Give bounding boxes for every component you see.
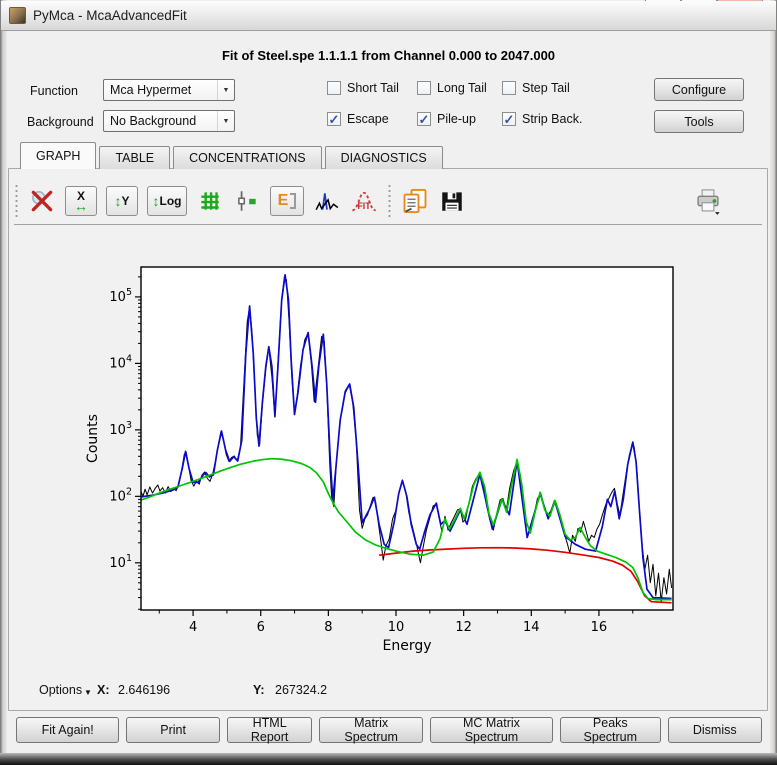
cursor-y-label: Y: [253, 683, 265, 697]
mc-matrix-spectrum-button[interactable]: MC Matrix Spectrum [430, 717, 553, 743]
x-axis-label: Energy [382, 638, 431, 654]
cursor-x-value: 2.646196 [118, 683, 170, 697]
fit-icon[interactable]: FIT [350, 187, 378, 215]
spectrum-chart[interactable]: 4 6 8 10 12 14 16 105 104 103 102 101 Energy Counts [0, 230, 777, 680]
background-value: No Background [104, 114, 217, 128]
checkbox-label: Pile-up [437, 112, 476, 126]
tab-graph[interactable]: GRAPH [20, 142, 96, 169]
toolbar-separator [387, 184, 392, 218]
y-tick-label: 105 [109, 287, 132, 305]
horizontal-arrows-icon: ↔ [74, 201, 88, 211]
checkbox-label: Long Tail [437, 81, 487, 95]
x-tick-label: 14 [523, 620, 540, 635]
checkbox-label: Short Tail [347, 81, 399, 95]
titlebar[interactable]: PyMca - McaAdvancedFit [1, 1, 776, 31]
x-autoscale-button[interactable]: X↔ [65, 186, 97, 216]
vertical-arrows-icon: ↕ [153, 196, 160, 206]
app-icon [9, 7, 26, 24]
checkbox-step-tail[interactable]: Step Tail [502, 81, 570, 95]
tab-table[interactable]: TABLE [99, 146, 170, 169]
checkbox-label: Strip Back. [522, 112, 582, 126]
y-tick-label: 101 [109, 553, 132, 571]
energy-toggle-button[interactable]: E [270, 186, 304, 216]
checkbox-long-tail[interactable]: Long Tail [417, 81, 487, 95]
copy-report-icon[interactable] [401, 187, 429, 215]
toolbar-handle[interactable] [14, 184, 19, 218]
y-tick-label: 103 [109, 420, 132, 438]
checkbox-box [502, 81, 516, 95]
x-tick-label: 8 [324, 620, 332, 635]
graph-toolbar: X↔ ↕Y ↕Log E FIT [14, 178, 762, 225]
matrix-spectrum-button[interactable]: Matrix Spectrum [319, 717, 422, 743]
configure-button[interactable]: Configure [654, 78, 744, 101]
status-bar: Options ▼ X: 2.646196 Y: 267324.2 [0, 683, 777, 701]
checkbox-box: ✓ [327, 112, 341, 126]
y-tick-label: 104 [109, 353, 132, 371]
tools-button[interactable]: Tools [654, 110, 744, 133]
checkbox-escape[interactable]: ✓ Escape [327, 112, 389, 126]
x-tick-label: 4 [189, 620, 197, 635]
cursor-y-value: 267324.2 [275, 683, 327, 697]
print-button[interactable]: Print [126, 717, 219, 743]
fit-header: Fit of Steel.spe 1.1.1.1 from Channel 0.… [0, 48, 777, 63]
chevron-down-icon[interactable]: ▼ [84, 688, 92, 697]
checkbox-short-tail[interactable]: Short Tail [327, 81, 399, 95]
dismiss-button[interactable]: Dismiss [668, 717, 762, 743]
peaks-toggle-icon[interactable] [233, 187, 261, 215]
y-tick-label: 102 [109, 486, 132, 504]
x-tick-label: 10 [388, 620, 405, 635]
checkbox-label: Step Tail [522, 81, 570, 95]
bracket-icon [290, 193, 296, 209]
pymca-window: PyMca - McaAdvancedFit Fit of Steel.spe … [0, 0, 777, 765]
tab-diagnostics[interactable]: DIAGNOSTICS [325, 146, 443, 169]
vertical-arrows-icon: ↕ [114, 196, 121, 206]
chevron-down-icon: ▼ [217, 111, 234, 131]
peaks-spectrum-button[interactable]: Peaks Spectrum [560, 717, 660, 743]
checkbox-box [327, 81, 341, 95]
x-tick-label: 12 [455, 620, 472, 635]
checkbox-box: ✓ [417, 112, 431, 126]
spectrum-icon[interactable] [313, 187, 341, 215]
cursor-x-label: X: [97, 683, 110, 697]
footer-buttons: Fit Again! Print HTML Report Matrix Spec… [16, 717, 762, 743]
log-scale-button[interactable]: ↕Log [147, 186, 187, 216]
y-autoscale-button[interactable]: ↕Y [106, 186, 138, 216]
plot-area [141, 267, 673, 610]
x-tick-label: 6 [257, 620, 265, 635]
y-axis-label: Counts [85, 414, 101, 463]
checkbox-label: Escape [347, 112, 389, 126]
zoom-reset-icon[interactable] [28, 187, 56, 215]
window-border-bottom [0, 753, 777, 765]
print-icon[interactable] [694, 187, 722, 215]
tab-concentrations[interactable]: CONCENTRATIONS [173, 146, 321, 169]
background-label: Background [27, 115, 94, 129]
checkbox-box [417, 81, 431, 95]
window-title: PyMca - McaAdvancedFit [33, 8, 187, 23]
checkbox-pileup[interactable]: ✓ Pile-up [417, 112, 476, 126]
background-combobox[interactable]: No Background ▼ [103, 110, 235, 132]
save-icon[interactable] [438, 187, 466, 215]
grid-toggle-icon[interactable] [196, 187, 224, 215]
x-tick-label: 16 [591, 620, 608, 635]
fit-again-button[interactable]: Fit Again! [16, 717, 119, 743]
options-menu[interactable]: Options [39, 683, 82, 697]
tab-bar: GRAPH TABLE CONCENTRATIONS DIAGNOSTICS [20, 142, 446, 169]
checkbox-strip-back[interactable]: ✓ Strip Back. [502, 112, 582, 126]
fit-icon-label: FIT [357, 201, 371, 211]
checkbox-box: ✓ [502, 112, 516, 126]
html-report-button[interactable]: HTML Report [227, 717, 313, 743]
chevron-down-icon: ▼ [217, 80, 234, 100]
function-value: Mca Hypermet [104, 83, 217, 97]
function-label: Function [30, 84, 78, 98]
function-combobox[interactable]: Mca Hypermet ▼ [103, 79, 235, 101]
